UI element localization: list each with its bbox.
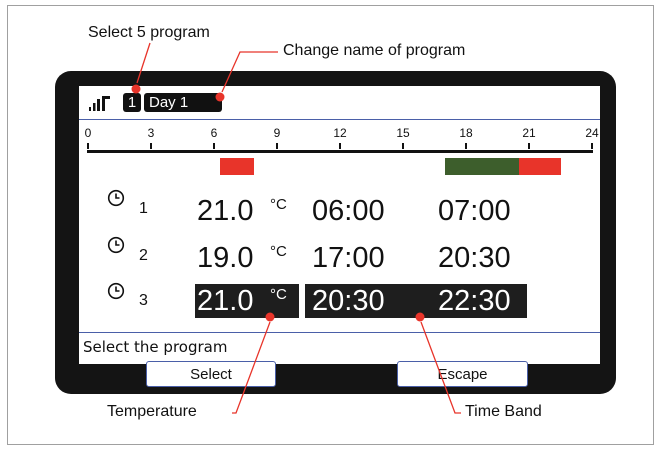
timeline-tick [150, 143, 152, 149]
status-divider [79, 332, 600, 333]
header-divider [79, 119, 600, 120]
program-name[interactable]: Day 1 [144, 93, 222, 112]
program-index: 1 [139, 200, 148, 217]
temperature-value[interactable]: 21.0 [197, 194, 253, 228]
clock-icon [107, 282, 125, 300]
timeline-tick-label: 12 [333, 126, 347, 140]
display-screen: 1 Day 1 0 3 6 9 12 15 18 21 24 1 21.0 °C 06:00 0… [79, 86, 600, 364]
callout-select-program: Select 5 program [88, 24, 210, 41]
temperature-value[interactable]: 21.0 [197, 284, 253, 318]
timeline-tick [465, 143, 467, 149]
start-time[interactable]: 06:00 [312, 194, 385, 228]
end-time[interactable]: 20:30 [438, 241, 511, 275]
callout-time-band: Time Band [465, 403, 542, 420]
end-time[interactable]: 07:00 [438, 194, 511, 228]
temperature-unit: °C [270, 243, 287, 260]
timeline-tick [591, 143, 593, 149]
timeline-tick-label: 6 [210, 126, 218, 140]
callout-temperature: Temperature [107, 403, 197, 420]
timeline-tick [339, 143, 341, 149]
timeline-tick-label: 9 [273, 126, 281, 140]
clock-icon [107, 236, 125, 254]
timeline-band [445, 158, 519, 175]
escape-button[interactable]: Escape [397, 361, 528, 387]
timeline-tick [87, 143, 89, 149]
timeline-tick-label: 15 [396, 126, 410, 140]
temperature-unit: °C [270, 286, 287, 303]
start-time[interactable]: 17:00 [312, 241, 385, 275]
temperature-unit: °C [270, 196, 287, 213]
timeline-tick [402, 143, 404, 149]
program-number[interactable]: 1 [123, 93, 141, 112]
timeline-tick-label: 21 [522, 126, 536, 140]
status-text: Select the program [83, 338, 228, 356]
program-index: 2 [139, 247, 148, 264]
callout-change-name: Change name of program [283, 42, 466, 59]
timeline-axis [87, 150, 593, 153]
timeline-tick [276, 143, 278, 149]
signal-icon [89, 96, 110, 111]
timeline-tick-label: 24 [585, 126, 599, 140]
timeline-band [518, 158, 561, 175]
temperature-value[interactable]: 19.0 [197, 241, 253, 275]
end-time[interactable]: 22:30 [438, 284, 511, 318]
start-time[interactable]: 20:30 [312, 284, 385, 318]
program-index: 3 [139, 292, 148, 309]
timeline-tick [528, 143, 530, 149]
select-button[interactable]: Select [146, 361, 276, 387]
timeline-tick [213, 143, 215, 149]
clock-icon [107, 189, 125, 207]
timeline-tick-label: 3 [147, 126, 155, 140]
timeline-band [220, 158, 254, 175]
timeline-tick-label: 18 [459, 126, 473, 140]
timeline-tick-label: 0 [84, 126, 92, 140]
